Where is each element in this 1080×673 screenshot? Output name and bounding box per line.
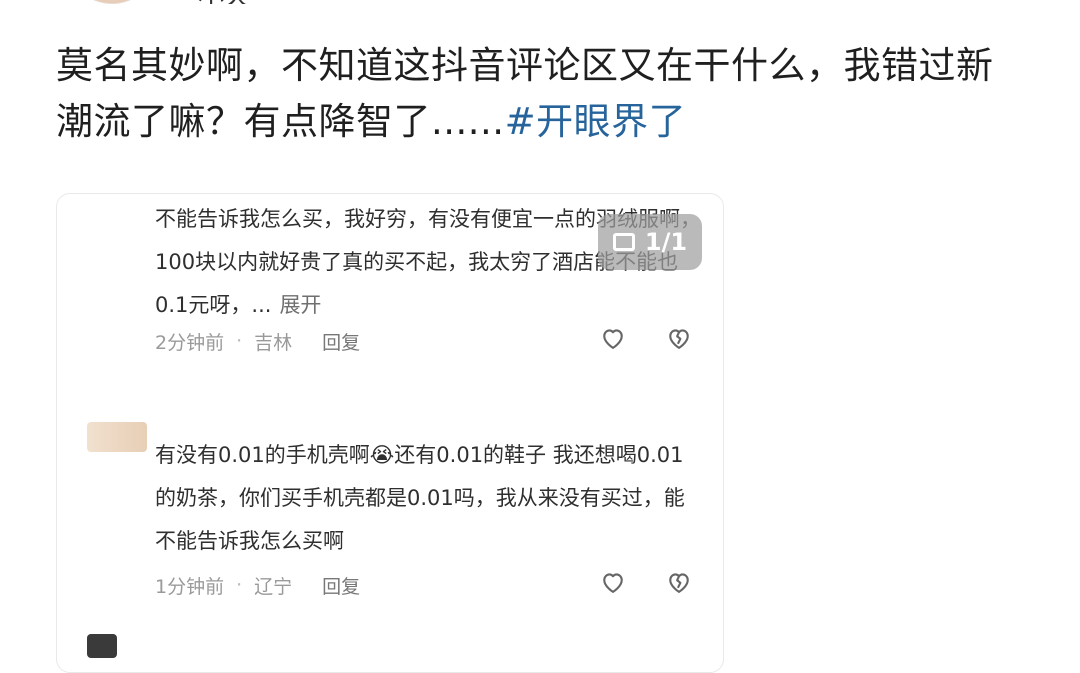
broken-heart-icon[interactable] [665,324,693,352]
avatar[interactable] [87,422,147,452]
post-text: 莫名其妙啊，不知道这抖音评论区又在干什么，我错过新潮流了嘛？有点降智了.....… [56,38,1016,150]
avatar[interactable] [66,0,158,4]
comment-time: 2分钟前 [155,331,225,354]
image-counter-badge[interactable]: 1/1 [598,214,702,270]
comment-location: 吉林 [254,331,293,354]
hashtag-link[interactable]: #开眼界了 [505,100,687,143]
comment-location: 辽宁 [254,575,293,598]
comment-actions [599,568,693,596]
expand-link[interactable]: 展开 [279,293,321,317]
comment-item: 有没有0.01的手机壳啊😭还有0.01的鞋子 我还想喝0.01的奶茶，你们买手机… [57,422,723,612]
meta-separator: · [236,574,243,596]
username[interactable]: 小天 [198,0,258,4]
broken-heart-icon[interactable] [665,568,693,596]
comment-item [57,634,723,672]
comment-text: 有没有0.01的手机壳啊😭还有0.01的鞋子 我还想喝0.01的奶茶，你们买手机… [155,443,685,553]
comment-time: 1分钟前 [155,575,225,598]
comment-actions [599,324,693,352]
comment-meta: 1分钟前 · 辽宁 回复 [155,571,360,599]
heart-outline-icon[interactable] [599,568,627,596]
meta-separator: · [236,330,243,352]
reply-button[interactable]: 回复 [322,572,360,599]
reply-button[interactable]: 回复 [322,328,360,355]
avatar[interactable] [87,634,117,658]
image-counter: 1/1 [644,228,688,256]
comment-meta: 2分钟前 · 吉林 回复 [155,327,360,355]
heart-outline-icon[interactable] [599,324,627,352]
image-icon [612,233,635,251]
